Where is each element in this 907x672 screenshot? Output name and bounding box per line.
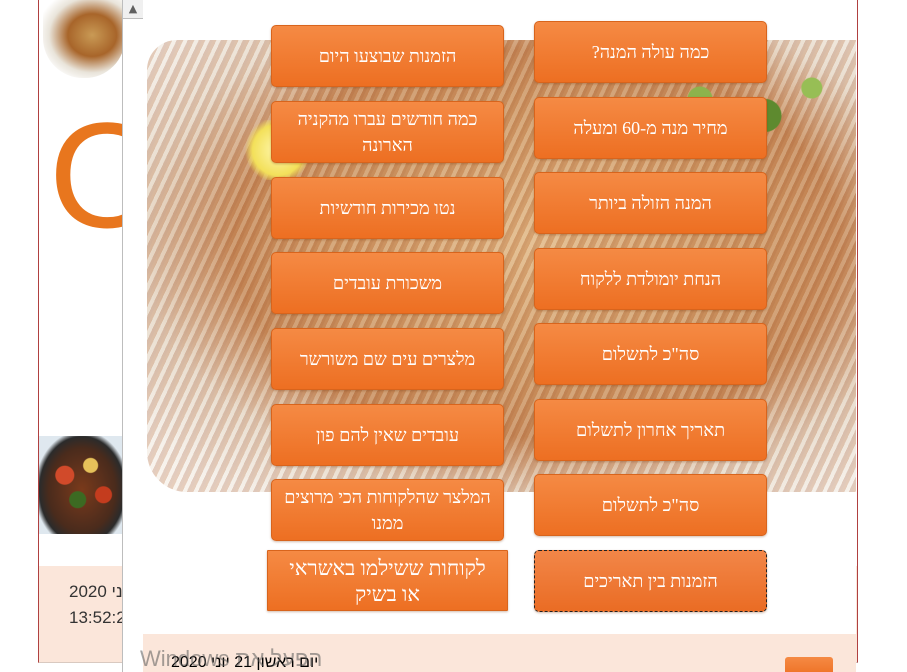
cheapest-dish-button[interactable]: המנה הזולה ביותר [534,172,767,234]
total-to-pay-button[interactable]: סה"כ לתשלום [534,323,767,385]
orders-between-dates-button[interactable]: הזמנות בין תאריכים [534,550,767,612]
footer-corner-button[interactable] [785,657,833,672]
windows-activation-watermark: הפעל את Windows [140,646,323,671]
months-since-last-purchase-button[interactable]: כמה חודשים עברו מהקניה הארונה [271,101,504,163]
total-to-pay-second-button[interactable]: סה"כ לתשלום [534,474,767,536]
dish-price-button[interactable]: כמה עולה המנה? [534,21,767,83]
food-thumbnail-top [43,0,125,78]
vertical-scrollbar[interactable]: ▲ [122,0,144,672]
birthday-discount-button[interactable]: הנחת יומולדת ללקוח [534,248,767,310]
employee-salaries-button[interactable]: משכורת עובדים [271,252,504,314]
scroll-up-arrow-icon[interactable]: ▲ [123,0,143,19]
reports-menu-panel: הזמנות שבוצעו היום כמה חודשים עברו מהקני… [143,0,856,672]
last-payment-date-button[interactable]: תאריך אחרון לתשלום [534,399,767,461]
waiters-concatenated-name-button[interactable]: מלצרים עים שם משורשר [271,328,504,390]
card-or-check-customers-button[interactable]: לקוחות ששילמו באשראי או בשיק [267,550,508,611]
employees-without-phone-button[interactable]: עובדים שאין להם פון [271,404,504,466]
background-time: 13:52:2 [69,608,126,627]
food-thumbnail-bottom [39,436,125,534]
background-date: ני 2020 [69,582,123,601]
top-rated-waiter-button[interactable]: המלצר שהלקוחות הכי מרוצים ממנו [271,479,504,541]
dish-price-over-60-button[interactable]: מחיר מנה מ-60 ומעלה [534,97,767,159]
todays-orders-button[interactable]: הזמנות שבוצעו היום [271,25,504,87]
monthly-net-sales-button[interactable]: נטו מכירות חודשיות [271,177,504,239]
